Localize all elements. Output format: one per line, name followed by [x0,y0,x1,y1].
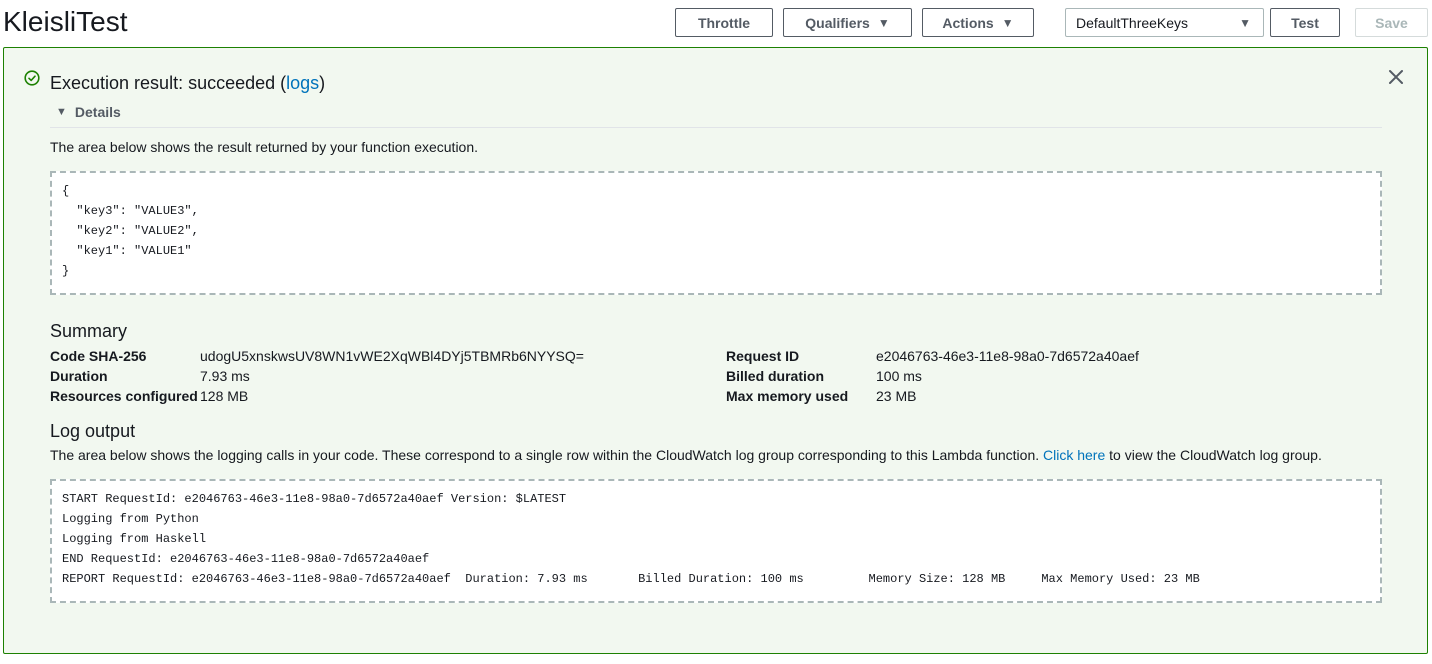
summary-title: Summary [50,321,128,341]
summary-value: udogU5xnskwsUV8WN1vWE2XqWBl4DYj5TBMRb6NY… [200,348,584,364]
save-button[interactable]: Save [1355,8,1428,37]
summary-value: 23 MB [876,388,917,404]
summary-value: e2046763-46e3-11e8-98a0-7d6572a40aef [876,348,1139,364]
test-event-select[interactable]: DefaultThreeKeys ▼ [1065,8,1264,37]
result-output-line: "key3": "VALUE3", [62,204,199,218]
result-output-line: "key1": "VALUE1" [62,244,192,258]
log-output-description: The area below shows the logging calls i… [50,447,1322,463]
actions-button[interactable]: Actions ▼ [922,8,1034,37]
summary-grid: Code SHA-256 udogU5xnskwsUV8WN1vWE2XqWBl… [50,346,1382,406]
details-toggle[interactable]: ▼ Details [56,104,121,120]
caret-down-icon: ▼ [1001,15,1014,30]
result-description: The area below shows the result returned… [50,139,479,155]
details-label: Details [74,104,121,120]
log-line: Logging from Haskell [62,532,207,546]
page-title: KleisliTest [3,6,128,37]
save-label: Save [1375,14,1408,31]
qualifiers-label: Qualifiers [805,14,870,31]
test-label: Test [1291,14,1319,31]
summary-key: Billed duration [726,368,824,384]
throttle-button[interactable]: Throttle [675,8,773,37]
actions-label: Actions [942,14,994,31]
qualifiers-button[interactable]: Qualifiers ▼ [783,8,912,37]
caret-down-filled-icon: ▼ [56,106,67,118]
cloudwatch-link[interactable]: Click here [1043,447,1105,463]
result-output-line: { [62,184,70,198]
caret-down-icon: ▼ [877,15,890,30]
execution-result-title: Execution result: succeeded (logs) [50,73,326,93]
result-output-line: "key2": "VALUE2", [62,224,199,238]
logs-link[interactable]: logs [286,73,319,93]
log-output-box: START RequestId: e2046763-46e3-11e8-98a0… [50,479,1382,603]
check-circle-icon [24,70,40,86]
log-output-title: Log output [50,421,136,441]
result-output-box: { "key3": "VALUE3", "key2": "VALUE2", "k… [50,171,1382,295]
summary-key: Duration [50,368,108,384]
close-icon[interactable] [1387,68,1405,86]
log-line: Logging from Python [62,512,199,526]
log-line: END RequestId: e2046763-46e3-11e8-98a0-7… [62,552,430,566]
execution-result-panel: Execution result: succeeded (logs) ▼ Det… [3,47,1428,654]
caret-down-icon: ▼ [1239,16,1251,30]
result-output-line: } [62,264,70,278]
test-button[interactable]: Test [1270,8,1340,37]
summary-value: 128 MB [200,388,249,404]
log-line: REPORT RequestId: e2046763-46e3-11e8-98a… [62,572,1200,586]
summary-key: Max memory used [726,388,849,404]
summary-key: Resources configured [50,388,198,404]
summary-value: 100 ms [876,368,922,384]
summary-value: 7.93 ms [200,368,250,384]
log-line: START RequestId: e2046763-46e3-11e8-98a0… [62,492,567,506]
throttle-label: Throttle [697,14,751,31]
summary-key: Request ID [726,348,800,364]
test-event-selected: DefaultThreeKeys [1076,14,1189,31]
divider [50,127,1382,128]
summary-key: Code SHA-256 [50,348,147,364]
